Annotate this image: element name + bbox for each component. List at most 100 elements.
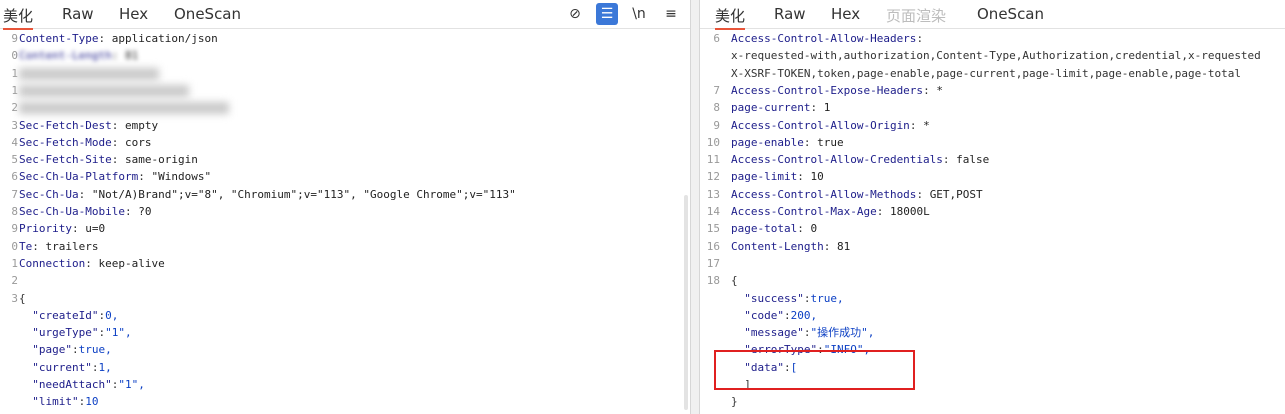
line-text: "page":true, xyxy=(32,343,112,357)
line-number: 6 xyxy=(713,32,720,45)
code-line: 7 Sec-Ch-Ua: "Not/A)Brand";v="8", "Chromi… xyxy=(0,186,690,203)
line-number: 9 xyxy=(11,32,18,45)
line-text: Sec-Ch-Ua: "Not/A)Brand";v="8", "Chromiu… xyxy=(19,187,516,201)
code-line: 8 page-current: 1 xyxy=(700,99,1285,116)
header-value: cors xyxy=(124,135,152,149)
line-text: Content-Length: 81 xyxy=(19,49,139,63)
line-number: 9 xyxy=(11,222,18,236)
line-text: Sec-Fetch-Mode: cors xyxy=(19,135,152,149)
code-line: "needAttach":"1", xyxy=(0,376,690,393)
redacted-text xyxy=(19,102,229,115)
request-scrollbar[interactable] xyxy=(684,195,688,410)
code-line: 2 xyxy=(0,272,690,289)
header-value: true xyxy=(817,135,844,149)
header-name: Access-Control-Max-Age xyxy=(731,205,877,218)
tab-raw[interactable]: Raw xyxy=(774,5,806,23)
line-number: 1 xyxy=(11,256,18,270)
json-value: "操作成功", xyxy=(810,326,875,340)
json-key: "current" xyxy=(32,360,92,374)
eye-off-icon[interactable]: ⊘ xyxy=(564,3,586,25)
line-number: 3 xyxy=(11,291,18,305)
json-key: "success" xyxy=(744,291,804,305)
line-number: 15 xyxy=(706,222,720,236)
code-line: 4 Sec-Fetch-Mode: cors xyxy=(0,134,690,151)
code-line: 7 Access-Control-Expose-Headers: * xyxy=(700,82,1285,99)
code-line: 11 Access-Control-Allow-Credentials: fals… xyxy=(700,151,1285,168)
json-value: 1, xyxy=(98,360,112,374)
header-name: Access-Control-Allow-Origin xyxy=(731,118,910,132)
code-line: } xyxy=(700,393,1285,410)
line-number: 0 xyxy=(11,239,18,253)
code-line: "createId":0, xyxy=(0,307,690,324)
line-number: 2 xyxy=(11,274,18,288)
line-text: page-total: 0 xyxy=(731,222,818,236)
line-number: 13 xyxy=(706,187,720,201)
line-text: Access-Control-Allow-Credentials: false xyxy=(731,153,990,167)
line-text xyxy=(19,82,189,99)
newline-icon[interactable]: \n xyxy=(628,3,650,25)
tab-onescan[interactable]: OneScan xyxy=(977,5,1044,23)
code-line: 9 Priority: u=0 xyxy=(0,220,690,237)
menu-icon[interactable]: ≡ xyxy=(660,3,682,25)
header-name: Sec-Fetch-Site xyxy=(19,153,112,167)
line-text: Access-Control-Allow-Methods: GET,POST xyxy=(731,187,983,201)
line-text: "success":true, xyxy=(744,291,844,305)
line-number: 14 xyxy=(706,205,720,218)
line-text: Sec-Fetch-Site: same-origin xyxy=(19,153,198,167)
code-line: 9 Content-Type: application/json xyxy=(0,30,690,47)
code-line: 6 Access-Control-Allow-Headers: xyxy=(700,30,1285,47)
code-line: "current":1, xyxy=(0,359,690,376)
line-number: 17 xyxy=(706,256,720,270)
header-name: page-limit xyxy=(731,170,798,184)
header-value: 1 xyxy=(823,101,831,115)
tab-hex[interactable]: Hex xyxy=(119,5,148,23)
tab-hex[interactable]: Hex xyxy=(831,5,860,23)
json-value: 200, xyxy=(790,308,818,322)
json-key: "code" xyxy=(744,308,784,322)
header-value: GET,POST xyxy=(929,187,983,201)
header-value: 18000L xyxy=(889,205,930,218)
line-text: "current":1, xyxy=(32,360,112,374)
line-text: Te: trailers xyxy=(19,239,99,253)
tab-onescan[interactable]: OneScan xyxy=(174,5,241,23)
code-line: 1 xyxy=(0,65,690,82)
line-text: } xyxy=(19,411,26,414)
list-icon[interactable]: ☰ xyxy=(596,3,618,25)
redacted-text xyxy=(19,67,159,80)
code-line: "urgeType":"1", xyxy=(0,324,690,341)
header-value: 81 xyxy=(836,239,851,253)
code-line: 13 Access-Control-Allow-Methods: GET,POST xyxy=(700,186,1285,203)
request-editor[interactable]: 9 Content-Type: application/json 0 Content-… xyxy=(0,30,690,414)
response-tab-bar: 美化 Raw Hex 页面渲染 OneScan xyxy=(700,0,1285,30)
header-value: empty xyxy=(124,118,159,132)
header-name: Access-Control-Allow-Methods xyxy=(731,187,917,201)
header-name: Sec-Ch-Ua-Platform xyxy=(19,170,139,184)
code-line: 17 xyxy=(700,255,1285,272)
code-line: 0 Content-Length: 81 xyxy=(0,47,690,64)
line-number: 8 xyxy=(11,205,18,218)
redacted-text xyxy=(19,84,189,97)
header-name: page-current xyxy=(731,101,811,115)
line-number: 1 xyxy=(11,66,18,80)
header-value: keep-alive xyxy=(98,256,165,270)
pane-divider[interactable] xyxy=(690,0,700,414)
line-number: 16 xyxy=(706,239,720,253)
json-key: "urgeType" xyxy=(32,326,99,340)
tab-render[interactable]: 页面渲染 xyxy=(886,5,946,26)
code-line: 8 Sec-Ch-Ua-Mobile: ?0 xyxy=(0,203,690,220)
header-value: 81 xyxy=(124,49,139,63)
line-number: 8 xyxy=(713,101,720,115)
tab-raw[interactable]: Raw xyxy=(62,5,94,23)
tab-pretty[interactable]: 美化 xyxy=(715,5,746,30)
line-text: Access-Control-Allow-Headers: xyxy=(731,32,924,45)
tab-pretty[interactable]: 美化 xyxy=(3,5,34,30)
line-number: 12 xyxy=(706,170,720,184)
header-name: Sec-Fetch-Dest xyxy=(19,118,112,132)
line-text: x-requested-with,authorization,Content-T… xyxy=(731,49,1261,63)
line-number: 9 xyxy=(713,118,720,132)
line-number: 7 xyxy=(713,83,720,97)
line-text: "urgeType":"1", xyxy=(32,326,132,340)
line-text: Sec-Fetch-Dest: empty xyxy=(19,118,159,132)
header-name: Connection xyxy=(19,256,86,270)
code-line: 3 Sec-Fetch-Dest: empty xyxy=(0,117,690,134)
